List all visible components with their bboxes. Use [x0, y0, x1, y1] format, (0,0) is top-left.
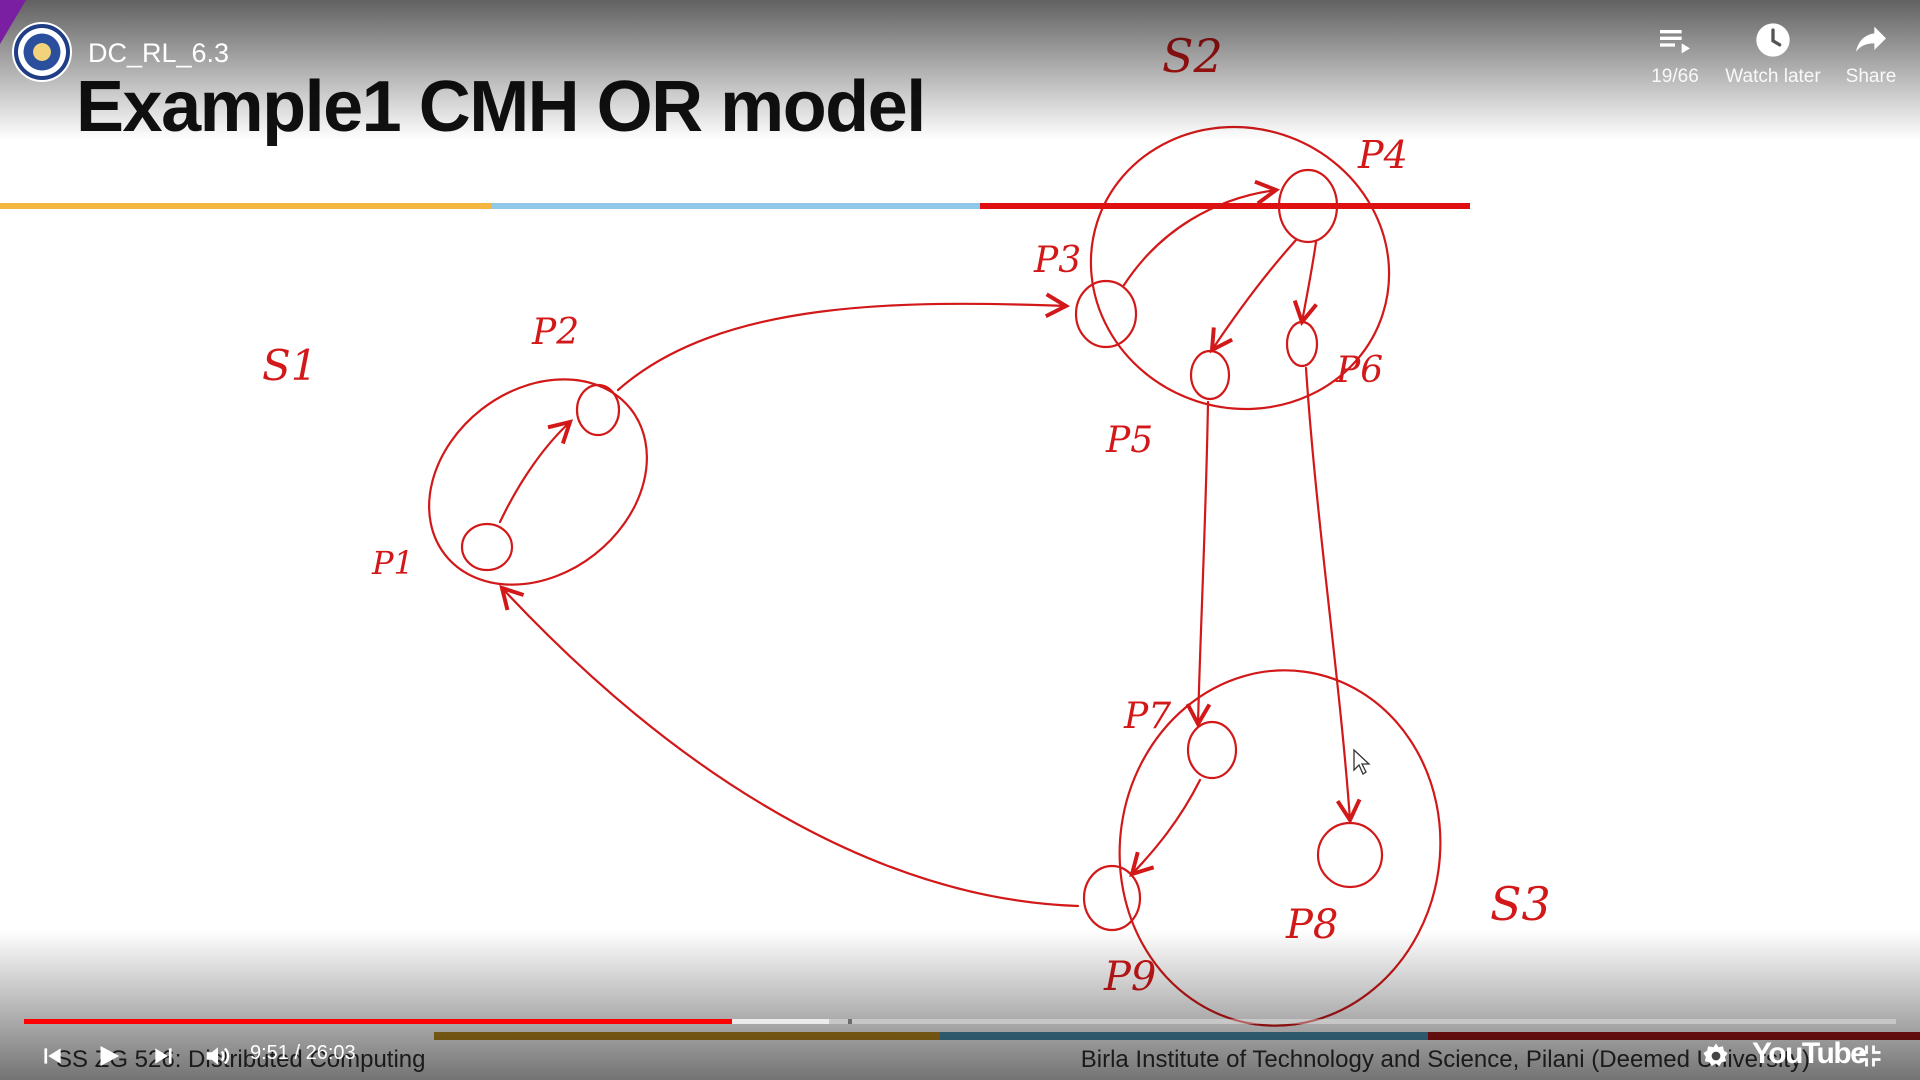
- mouse-cursor: [1353, 748, 1371, 775]
- edge-p9-p1: [499, 585, 1080, 908]
- site-label-s3: S3: [1490, 877, 1551, 931]
- site-label-s2: S2: [1162, 29, 1223, 83]
- progress-played: [24, 1019, 732, 1024]
- playlist-position: 19/66: [1651, 66, 1699, 87]
- process-label-p9: P9: [1103, 954, 1156, 1000]
- edge-p6-p8: [1304, 366, 1362, 825]
- youtube-logo[interactable]: YouTube: [1752, 1037, 1867, 1071]
- process-node-p5: [1189, 349, 1231, 401]
- gear-icon: [1703, 1043, 1728, 1066]
- play-icon: [100, 1046, 120, 1066]
- process-label-p6: P6: [1335, 350, 1383, 391]
- handwritten-diagram: S1 S2 S3 P1 P2 P3 P4 P5 P6 P7 P8 P9: [262, 29, 1551, 1027]
- watch-later-button[interactable]: Watch later: [1723, 20, 1823, 88]
- watch-later-label: Watch later: [1725, 66, 1821, 87]
- playlist-icon: [1660, 30, 1690, 54]
- play-button[interactable]: [88, 1036, 128, 1076]
- site-s1-boundary: [428, 378, 648, 586]
- process-label-p7: P7: [1123, 696, 1171, 737]
- edge-p1-p2: [498, 419, 573, 524]
- process-node-p9: [1082, 864, 1142, 932]
- previous-button[interactable]: [34, 1036, 70, 1076]
- process-label-p2: P2: [531, 312, 579, 353]
- clock-icon: [1756, 23, 1790, 57]
- channel-avatar[interactable]: [12, 22, 72, 82]
- edge-p4-p6: [1292, 240, 1318, 327]
- process-node-p8: [1316, 821, 1384, 889]
- progress-bar[interactable]: [24, 1019, 1896, 1024]
- volume-button[interactable]: [198, 1036, 238, 1076]
- edge-p3-p4: [1122, 179, 1281, 287]
- edge-p5-p7: [1185, 400, 1212, 729]
- chapter-marker: [847, 1019, 852, 1024]
- next-button[interactable]: [146, 1036, 182, 1076]
- site-label-s1: S1: [262, 341, 318, 390]
- time-display: 9:51 / 26:03: [250, 1042, 356, 1064]
- share-label: Share: [1845, 66, 1897, 87]
- process-label-p5: P5: [1105, 420, 1153, 461]
- process-label-p4: P4: [1357, 133, 1408, 177]
- settings-button[interactable]: [1696, 1036, 1736, 1076]
- edge-p7-p9: [1129, 778, 1202, 877]
- process-node-p6: [1285, 320, 1319, 368]
- previous-icon: [44, 1048, 61, 1064]
- playlist-button[interactable]: 19/66: [1625, 20, 1725, 88]
- footer-stripe-blue: [940, 1032, 1428, 1040]
- process-node-p4: [1277, 168, 1339, 244]
- edge-p2-p3: [616, 292, 1071, 392]
- process-label-p1: P1: [371, 544, 414, 582]
- process-node-p7: [1186, 720, 1238, 780]
- exit-fullscreen-button[interactable]: [1850, 1036, 1890, 1076]
- share-button[interactable]: Share: [1821, 20, 1920, 88]
- video-title[interactable]: DC_RL_6.3: [88, 38, 229, 69]
- video-player[interactable]: Example1 CMH OR model S1 S2 S3 P1 P2 P3 …: [0, 0, 1920, 1080]
- process-label-p8: P8: [1285, 902, 1338, 948]
- share-arrow-icon: [1856, 26, 1886, 52]
- edge-p4-p5: [1209, 238, 1298, 354]
- process-node-p2: [575, 383, 621, 437]
- footer-stripe-gold: [434, 1032, 940, 1040]
- exit-fullscreen-icon: [1859, 1045, 1881, 1067]
- process-node-p1: [460, 522, 514, 572]
- next-icon: [155, 1048, 172, 1064]
- process-label-p3: P3: [1033, 240, 1081, 281]
- process-node-p3: [1074, 279, 1138, 349]
- volume-icon: [206, 1047, 230, 1065]
